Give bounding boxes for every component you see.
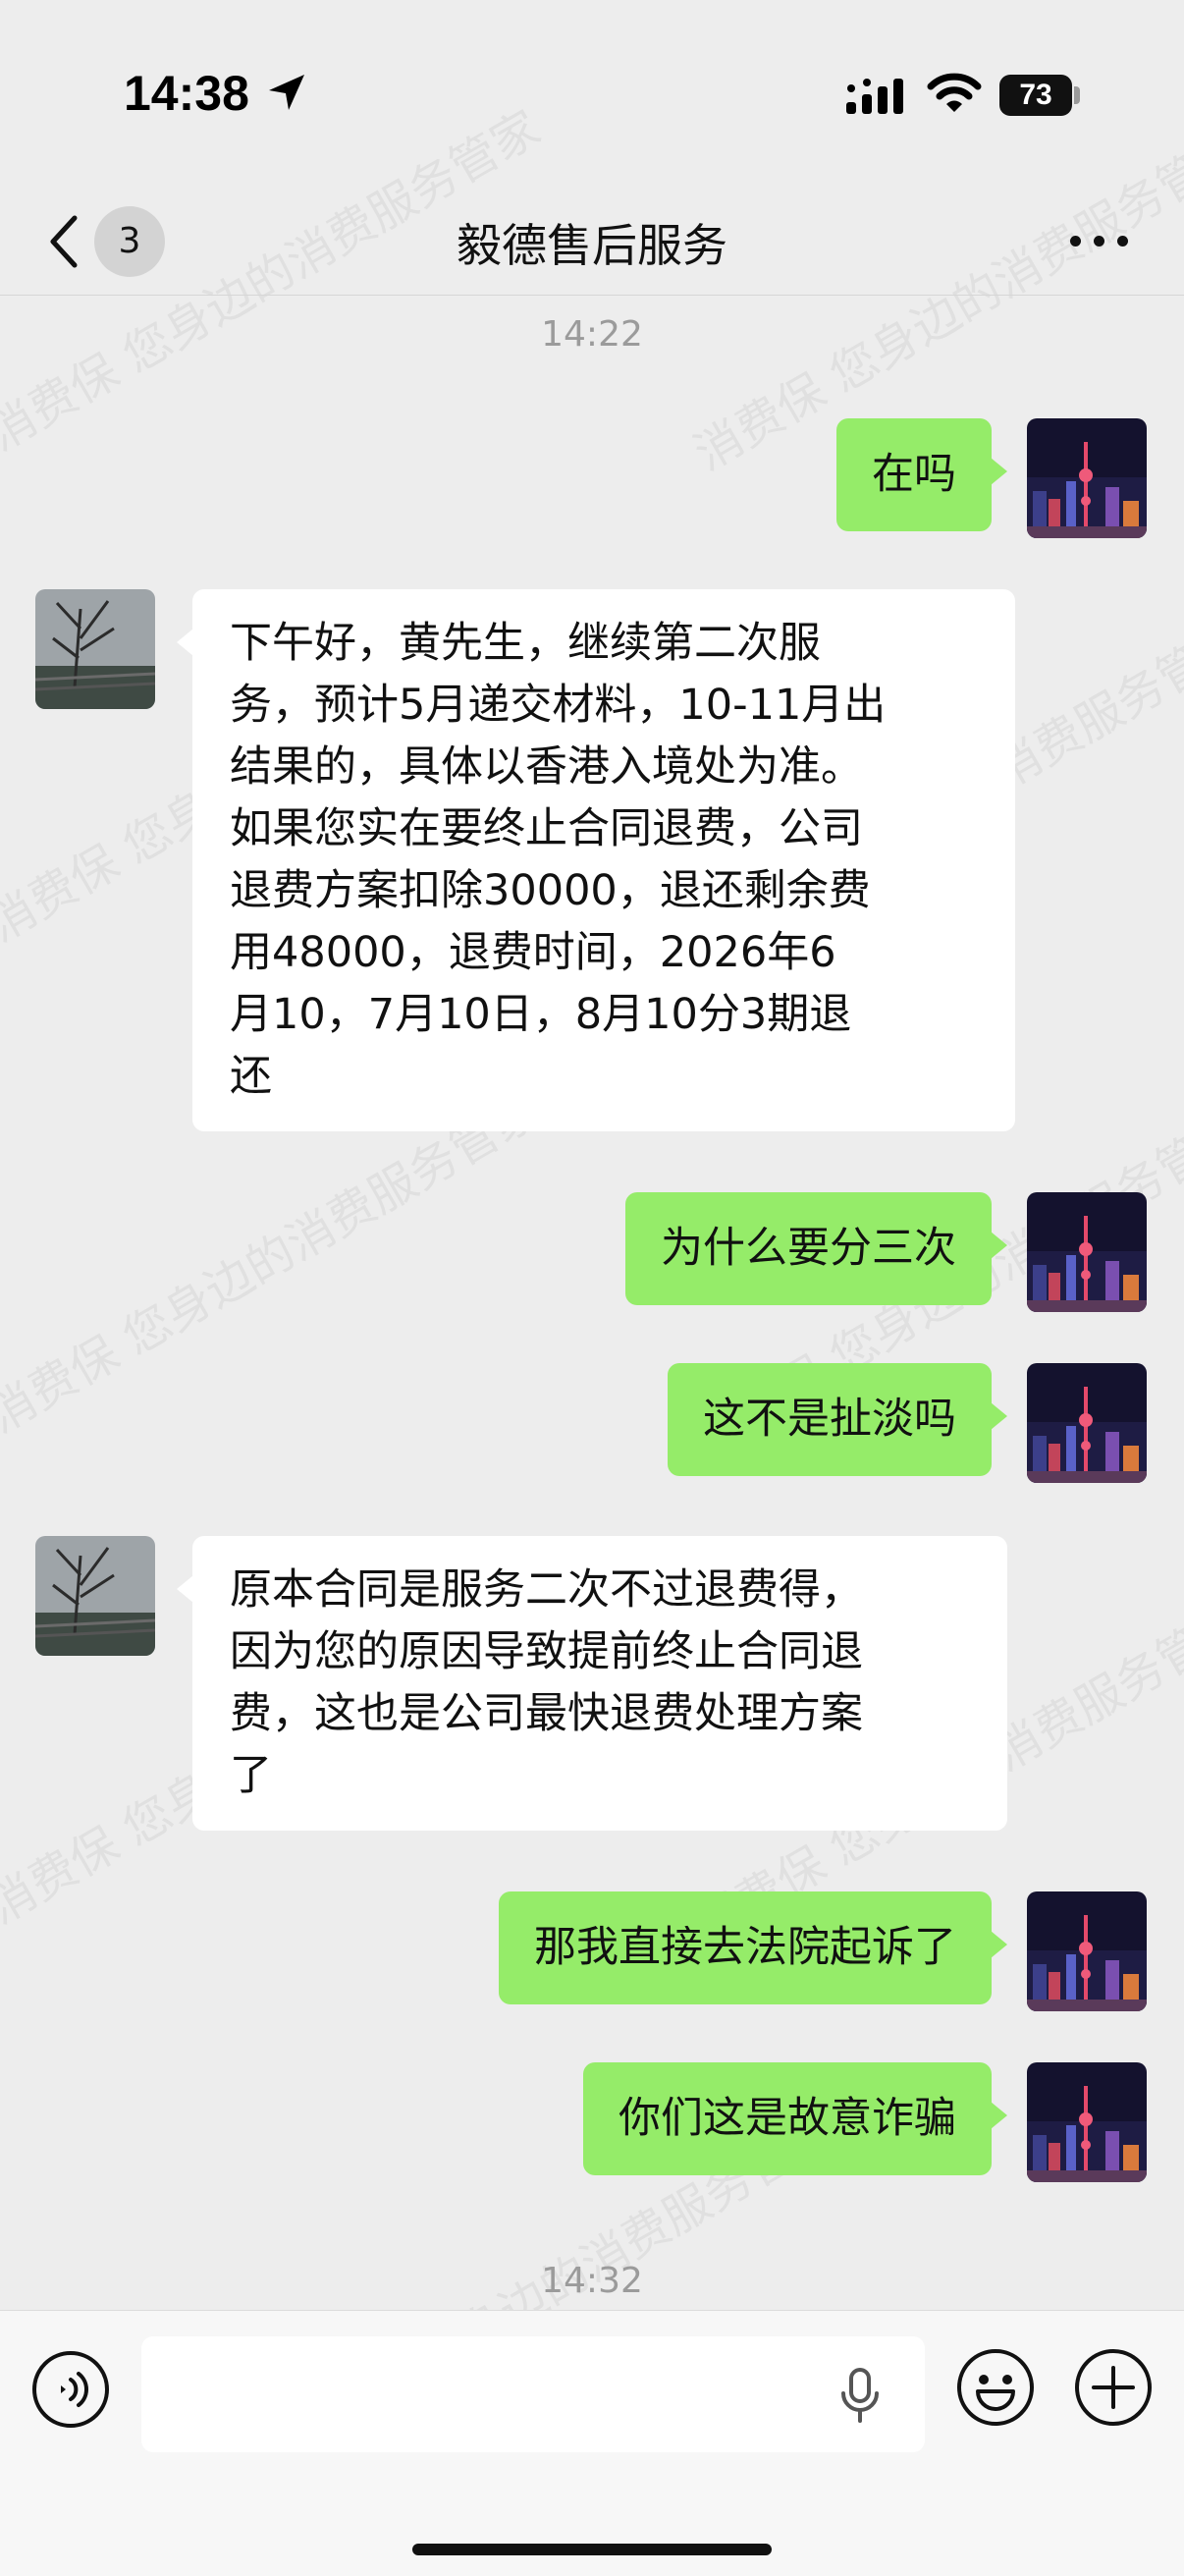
- sent-message[interactable]: 为什么要分三次: [625, 1192, 1007, 1305]
- more-dot: [1117, 236, 1128, 247]
- more-button[interactable]: [1070, 222, 1133, 261]
- more-dots-icon: [1070, 236, 1081, 247]
- my-avatar[interactable]: [1027, 1192, 1147, 1312]
- plus-icon[interactable]: [1072, 2346, 1155, 2429]
- sent-message[interactable]: 你们这是故意诈骗: [583, 2062, 1007, 2175]
- location-arrow-icon: [269, 75, 304, 110]
- sent-message[interactable]: 那我直接去法院起诉了: [499, 1891, 1007, 2004]
- more-dot: [1094, 236, 1104, 247]
- svg-text:消费保 您身边的消费服务管家: 消费保 您身边的消费服务管家: [0, 1082, 550, 1444]
- my-avatar[interactable]: [1027, 418, 1147, 538]
- sent-message[interactable]: 在吗: [836, 418, 1007, 531]
- status-bar: 14:38 73: [0, 0, 1184, 187]
- received-message[interactable]: 下午好，黄先生，继续第二次服 务，预计5月递交材料，10-11月出 结果的，具体…: [177, 589, 1015, 1131]
- battery-tip: [1074, 86, 1080, 104]
- battery-level: 73: [1019, 79, 1052, 111]
- input-bar: [0, 2310, 1184, 2576]
- home-indicator: [412, 2544, 772, 2555]
- microphone-icon[interactable]: [836, 2366, 884, 2425]
- timestamp: 14:22: [541, 314, 643, 355]
- emoji-icon[interactable]: [954, 2346, 1037, 2429]
- chat-header: 3 毅德售后服务: [0, 187, 1184, 296]
- voice-icon[interactable]: [29, 2348, 112, 2431]
- status-time: 14:38: [124, 66, 249, 121]
- wifi-icon: [927, 73, 982, 112]
- my-avatar[interactable]: [1027, 2062, 1147, 2182]
- my-avatar[interactable]: [1027, 1891, 1147, 2011]
- message-input[interactable]: [141, 2336, 925, 2452]
- received-message[interactable]: 原本合同是服务二次不过退费得， 因为您的原因导致提前终止合同退 费，这也是公司最…: [177, 1536, 1007, 1831]
- chat-title: 毅德售后服务: [457, 219, 727, 272]
- my-avatar[interactable]: [1027, 1363, 1147, 1483]
- timestamp: 14:32: [541, 2261, 643, 2301]
- contact-avatar[interactable]: [35, 1536, 155, 1656]
- sent-message[interactable]: 这不是扯淡吗: [668, 1363, 1007, 1476]
- contact-avatar[interactable]: [35, 589, 155, 709]
- signal-icon: [846, 79, 903, 114]
- watermark: 消费保 您身边的消费服务管家 消费保 您身边的消费服务管家 消费保 您身边的消费…: [0, 0, 1184, 2575]
